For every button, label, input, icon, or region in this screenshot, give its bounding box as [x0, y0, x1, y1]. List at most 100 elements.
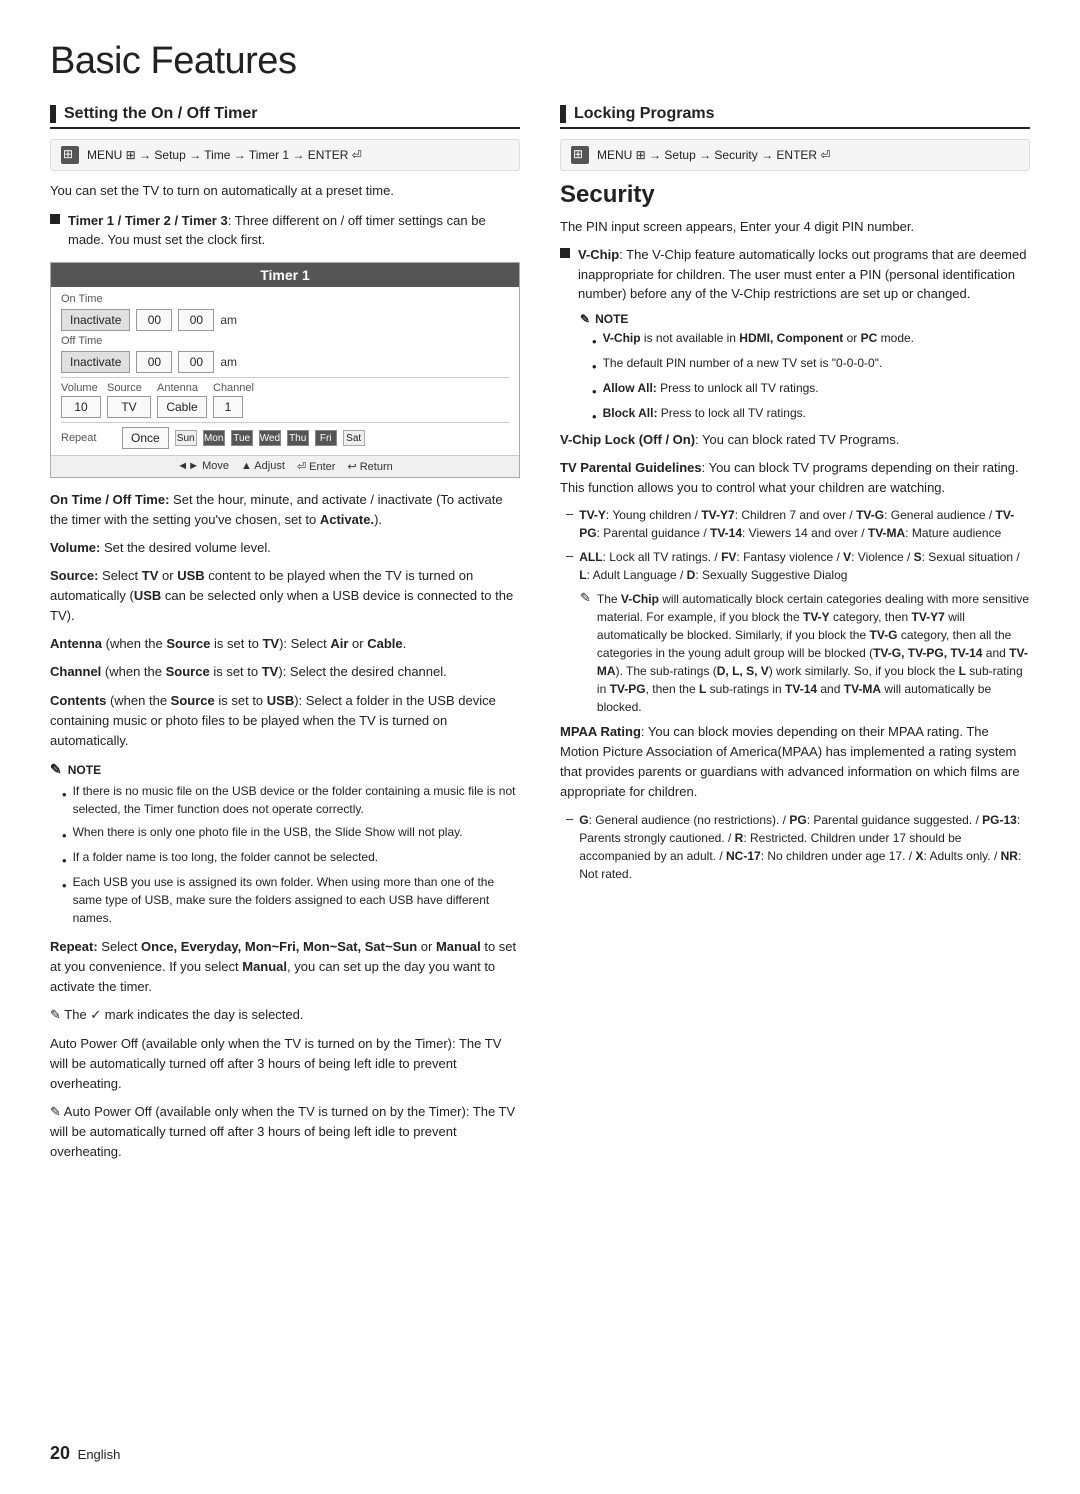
off-time-ampm[interactable]: am	[220, 355, 237, 369]
right-note-3: • Allow All: Press to unlock all TV rati…	[580, 379, 1030, 399]
menu-path-security-text: MENU ⊞ → Setup → Security → ENTER ⏎	[597, 148, 831, 162]
note-label-right: NOTE	[595, 312, 628, 326]
repeat-value[interactable]: Once	[122, 427, 169, 449]
on-time-ampm[interactable]: am	[220, 313, 237, 327]
off-time-inactivate[interactable]: Inactivate	[61, 351, 130, 373]
repeat-body-text: Repeat: Select Once, Everyday, Mon~Fri, …	[50, 937, 520, 997]
section-heading-locking: Locking Programs	[560, 105, 1030, 129]
checkmark-note: ✎ The ✓ mark indicates the day is select…	[50, 1005, 520, 1025]
channel-value[interactable]: 1	[213, 396, 243, 418]
volume-text: Volume: Set the desired volume level.	[50, 538, 520, 558]
right-note-2: • The default PIN number of a new TV set…	[580, 354, 1030, 374]
antenna-value[interactable]: Cable	[157, 396, 207, 418]
off-time-label: Off Time	[61, 335, 116, 347]
vchip-bullet-square	[560, 248, 570, 258]
vchip-auto-text: The V-Chip will automatically block cert…	[597, 590, 1030, 716]
section-heading-timer: Setting the On / Off Timer	[50, 105, 520, 129]
menu-path-timer: MENU ⊞ → Setup → Time → Timer 1 → ENTER …	[50, 139, 520, 171]
note-box-right: ✎ NOTE • V-Chip is not available in HDMI…	[560, 312, 1030, 424]
menu-icon	[61, 146, 79, 164]
off-time-hour[interactable]: 00	[136, 351, 172, 373]
day-mon[interactable]: Mon	[203, 430, 225, 446]
auto-power-note: ✎ Auto Power Off (available only when th…	[50, 1102, 520, 1162]
nav-move: ◄► Move	[177, 460, 229, 473]
tv-parental-text: TV Parental Guidelines: You can block TV…	[560, 458, 1030, 498]
nav-enter: ⏎ Enter	[297, 460, 336, 473]
note-text-2: When there is only one photo file in the…	[73, 823, 463, 843]
antenna-header: Antenna	[157, 382, 207, 394]
timer-widget: Timer 1 On Time Inactivate 00 00 am Off …	[50, 262, 520, 478]
menu-path-text: MENU ⊞ → Setup → Time → Timer 1 → ENTER …	[87, 148, 362, 162]
timer-bullet-text: Timer 1 / Timer 2 / Timer 3: Three diffe…	[68, 211, 520, 250]
timer-bullet: Timer 1 / Timer 2 / Timer 3: Three diffe…	[50, 211, 520, 250]
left-column: Setting the On / Off Timer MENU ⊞ → Setu…	[50, 105, 520, 1170]
volume-value[interactable]: 10	[61, 396, 101, 418]
antenna-text: Antenna (when the Source is set to TV): …	[50, 634, 520, 654]
page-number-container: 20 English	[50, 1443, 120, 1464]
note-text-3: If a folder name is too long, the folder…	[73, 848, 379, 868]
note-text-4: Each USB you use is assigned its own fol…	[73, 873, 520, 927]
day-tue[interactable]: Tue	[231, 430, 253, 446]
timer-body: On Time Inactivate 00 00 am Off Time Ina…	[51, 287, 519, 455]
day-sat[interactable]: Sat	[343, 430, 365, 446]
dash-sym-2: –	[566, 548, 573, 584]
day-wed[interactable]: Wed	[259, 430, 281, 446]
vchip-pencil-icon: ✎	[580, 590, 591, 716]
repeat-row: Repeat Once Sun Mon Tue Wed Thu Fri Sat	[61, 427, 509, 449]
right-note-dot-1: •	[592, 334, 597, 349]
dash-text-1: TV-Y: Young children / TV-Y7: Children 7…	[579, 506, 1030, 542]
mpaa-text: MPAA Rating: You can block movies depend…	[560, 722, 1030, 803]
mpaa-dash-item: – G: General audience (no restrictions).…	[560, 811, 1030, 883]
vol-src-ant-ch-headers: Volume Source Antenna Channel	[61, 382, 509, 394]
timer-bullet-label: Timer 1 / Timer 2 / Timer 3	[68, 213, 228, 228]
auto-power-text: Auto Power Off (available only when the …	[50, 1034, 520, 1094]
timer-nav: ◄► Move ▲ Adjust ⏎ Enter ↩ Return	[51, 455, 519, 477]
on-time-minute[interactable]: 00	[178, 309, 214, 331]
bullet-square-icon	[50, 214, 60, 224]
vchip-bullet-text: V-Chip: The V-Chip feature automatically…	[578, 245, 1030, 304]
note-item-1: • If there is no music file on the USB d…	[50, 782, 520, 818]
vchip-lock-text: V-Chip Lock (Off / On): You can block ra…	[560, 430, 1030, 450]
note-dot-2: •	[62, 828, 67, 843]
off-time-row: Off Time	[61, 335, 509, 347]
note-dot-3: •	[62, 853, 67, 868]
channel-text: Channel (when the Source is set to TV): …	[50, 662, 520, 682]
note-item-2: • When there is only one photo file in t…	[50, 823, 520, 843]
vchip-label: V-Chip	[578, 247, 619, 262]
right-note-4: • Block All: Press to lock all TV rating…	[580, 404, 1030, 424]
on-time-inactivate[interactable]: Inactivate	[61, 309, 130, 331]
volume-header: Volume	[61, 382, 101, 394]
right-note-text-4: Block All: Press to lock all TV ratings.	[603, 404, 806, 424]
vchip-text: : The V-Chip feature automatically locks…	[578, 247, 1026, 301]
dash-sym-1: –	[566, 506, 573, 542]
day-sun[interactable]: Sun	[175, 430, 197, 446]
channel-header: Channel	[213, 382, 263, 394]
note-text-1: If there is no music file on the USB dev…	[73, 782, 520, 818]
security-intro: The PIN input screen appears, Enter your…	[560, 217, 1030, 237]
page-number: 20	[50, 1443, 70, 1463]
vchip-auto-item: ✎ The V-Chip will automatically block ce…	[560, 590, 1030, 716]
on-time-hour[interactable]: 00	[136, 309, 172, 331]
on-off-time-text: On Time / Off Time: Set the hour, minute…	[50, 490, 520, 530]
dash-item-2: – ALL: Lock all TV ratings. / FV: Fantas…	[560, 548, 1030, 584]
right-note-1: • V-Chip is not available in HDMI, Compo…	[580, 329, 1030, 349]
right-note-text-2: The default PIN number of a new TV set i…	[603, 354, 883, 374]
section-heading-label: Setting the On / Off Timer	[64, 105, 258, 123]
section-heading-locking-label: Locking Programs	[574, 105, 714, 123]
source-header: Source	[107, 382, 151, 394]
off-time-minute[interactable]: 00	[178, 351, 214, 373]
day-fri[interactable]: Fri	[315, 430, 337, 446]
source-value[interactable]: TV	[107, 396, 151, 418]
menu-path-security: MENU ⊞ → Setup → Security → ENTER ⏎	[560, 139, 1030, 171]
note-pencil-icon-right: ✎	[580, 312, 590, 326]
source-text: Source: Select TV or USB content to be p…	[50, 566, 520, 626]
off-time-controls: Inactivate 00 00 am	[61, 351, 509, 373]
repeat-label: Repeat	[61, 432, 116, 444]
dash-text-2: ALL: Lock all TV ratings. / FV: Fantasy …	[579, 548, 1030, 584]
heading-bar-right	[560, 105, 566, 123]
page-title: Basic Features	[50, 40, 1030, 83]
contents-text: Contents (when the Source is set to USB)…	[50, 691, 520, 751]
nav-return: ↩ Return	[347, 460, 392, 473]
note-pencil-icon: ✎	[50, 761, 62, 778]
day-thu[interactable]: Thu	[287, 430, 309, 446]
